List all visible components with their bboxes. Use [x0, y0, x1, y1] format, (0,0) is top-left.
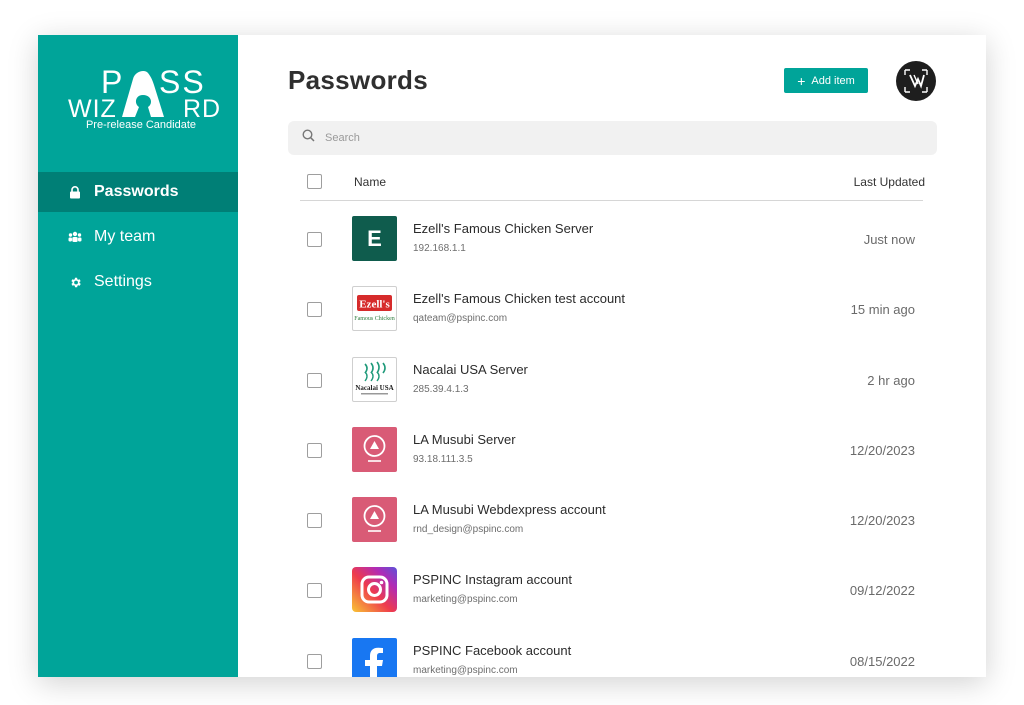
search-bar [288, 121, 937, 155]
sidebar-item-my-team[interactable]: My team [38, 217, 238, 257]
item-last-updated: 08/15/2022 [849, 653, 915, 669]
item-subtitle: rnd_design@pspinc.com [413, 524, 524, 536]
item-subtitle: 192.168.1.1 [413, 243, 466, 254]
lock-icon [68, 185, 82, 199]
item-title: LA Musubi Webdexpress account [413, 502, 606, 518]
item-last-updated: 09/12/2022 [849, 583, 915, 599]
item-last-updated: 15 min ago [850, 302, 915, 318]
row-checkbox[interactable] [307, 302, 322, 318]
item-title: Ezell's Famous Chicken test account [413, 291, 626, 307]
avatar-monogram-icon [904, 69, 928, 93]
row-checkbox[interactable] [307, 513, 322, 529]
row-checkbox[interactable] [307, 583, 322, 599]
ezells-logo-thumbnail: Ezell's Famous Chicken [352, 286, 397, 332]
item-title: LA Musubi Server [413, 431, 516, 447]
sidebar-item-label: Passwords [94, 183, 179, 200]
sidebar: P SS WIZ RD Pre-release Candidate Passwo… [38, 35, 238, 677]
la-musubi-logo-thumbnail [352, 497, 397, 543]
row-checkbox[interactable] [307, 653, 322, 669]
page-title: Passwords [288, 65, 428, 95]
instagram-icon [352, 567, 397, 613]
item-title: PSPINC Facebook account [413, 642, 572, 658]
sidebar-nav: Passwords My team Settings [38, 172, 238, 307]
svg-text:Ezell's: Ezell's [359, 299, 390, 311]
item-subtitle: marketing@pspinc.com [413, 664, 518, 676]
item-last-updated: 2 hr ago [867, 372, 915, 388]
add-item-label: Add item [811, 74, 855, 87]
gear-icon [68, 275, 82, 289]
search-input[interactable] [325, 132, 885, 144]
sidebar-item-settings[interactable]: Settings [38, 262, 238, 302]
main-content: Passwords + Add item Name Last Updated [238, 35, 986, 677]
user-avatar[interactable] [896, 61, 936, 101]
table-row[interactable]: LA Musubi Server 93.18.111.3.5 12/20/202… [300, 418, 923, 488]
sidebar-item-label: Settings [94, 273, 152, 290]
item-subtitle: marketing@pspinc.com [413, 594, 518, 606]
select-all-checkbox[interactable] [307, 174, 322, 189]
item-last-updated: Just now [863, 232, 915, 247]
item-title: PSPINC Instagram account [413, 572, 572, 588]
team-icon [68, 230, 82, 244]
item-last-updated: 12/20/2023 [849, 442, 915, 458]
item-subtitle: qateam@pspinc.com [413, 313, 508, 325]
table-row[interactable]: E Ezell's Famous Chicken Server 192.168.… [300, 207, 923, 277]
table-row[interactable]: LA Musubi Webdexpress account rnd_design… [300, 488, 923, 558]
item-subtitle: 285.39.4.1.3 [413, 383, 469, 395]
password-list: E Ezell's Famous Chicken Server 192.168.… [300, 207, 923, 677]
item-title: Ezell's Famous Chicken Server [413, 221, 594, 236]
table-header: Name Last Updated [300, 173, 925, 201]
row-checkbox[interactable] [307, 442, 322, 458]
row-checkbox[interactable] [307, 372, 322, 388]
item-subtitle: 93.18.111.3.5 [413, 453, 473, 465]
table-row[interactable]: PSPINC Instagram account marketing@pspin… [300, 558, 923, 628]
pass-wizard-logo: P SS WIZ RD [38, 63, 238, 143]
facebook-icon [352, 637, 397, 677]
logo-subtitle: Pre-release Candidate [85, 119, 197, 131]
column-header-last-updated[interactable]: Last Updated [854, 175, 925, 189]
table-row[interactable]: PSPINC Facebook account marketing@pspinc… [300, 629, 923, 677]
sidebar-item-label: My team [94, 228, 156, 245]
sidebar-item-passwords[interactable]: Passwords [38, 172, 238, 212]
table-row[interactable]: Ezell's Famous Chicken Ezell's Famous Ch… [300, 277, 923, 347]
nacalai-logo-thumbnail: Nacalai USA [352, 356, 397, 402]
table-row[interactable]: Nacalai USA Nacalai USA Server 285.39.4.… [300, 348, 923, 418]
svg-text:Nacalai USA: Nacalai USA [355, 384, 393, 392]
row-checkbox[interactable] [307, 232, 322, 247]
svg-text:Famous Chicken: Famous Chicken [354, 316, 395, 322]
item-title: Nacalai USA Server [413, 361, 528, 377]
column-header-name[interactable]: Name [354, 175, 386, 189]
plus-icon: + [797, 72, 806, 89]
item-last-updated: 12/20/2023 [849, 513, 915, 529]
item-thumbnail: E [352, 216, 397, 261]
search-icon [302, 129, 315, 147]
app-window: P SS WIZ RD Pre-release Candidate Passwo… [38, 35, 986, 677]
add-item-button[interactable]: + Add item [784, 68, 868, 93]
la-musubi-logo-thumbnail [352, 426, 397, 472]
